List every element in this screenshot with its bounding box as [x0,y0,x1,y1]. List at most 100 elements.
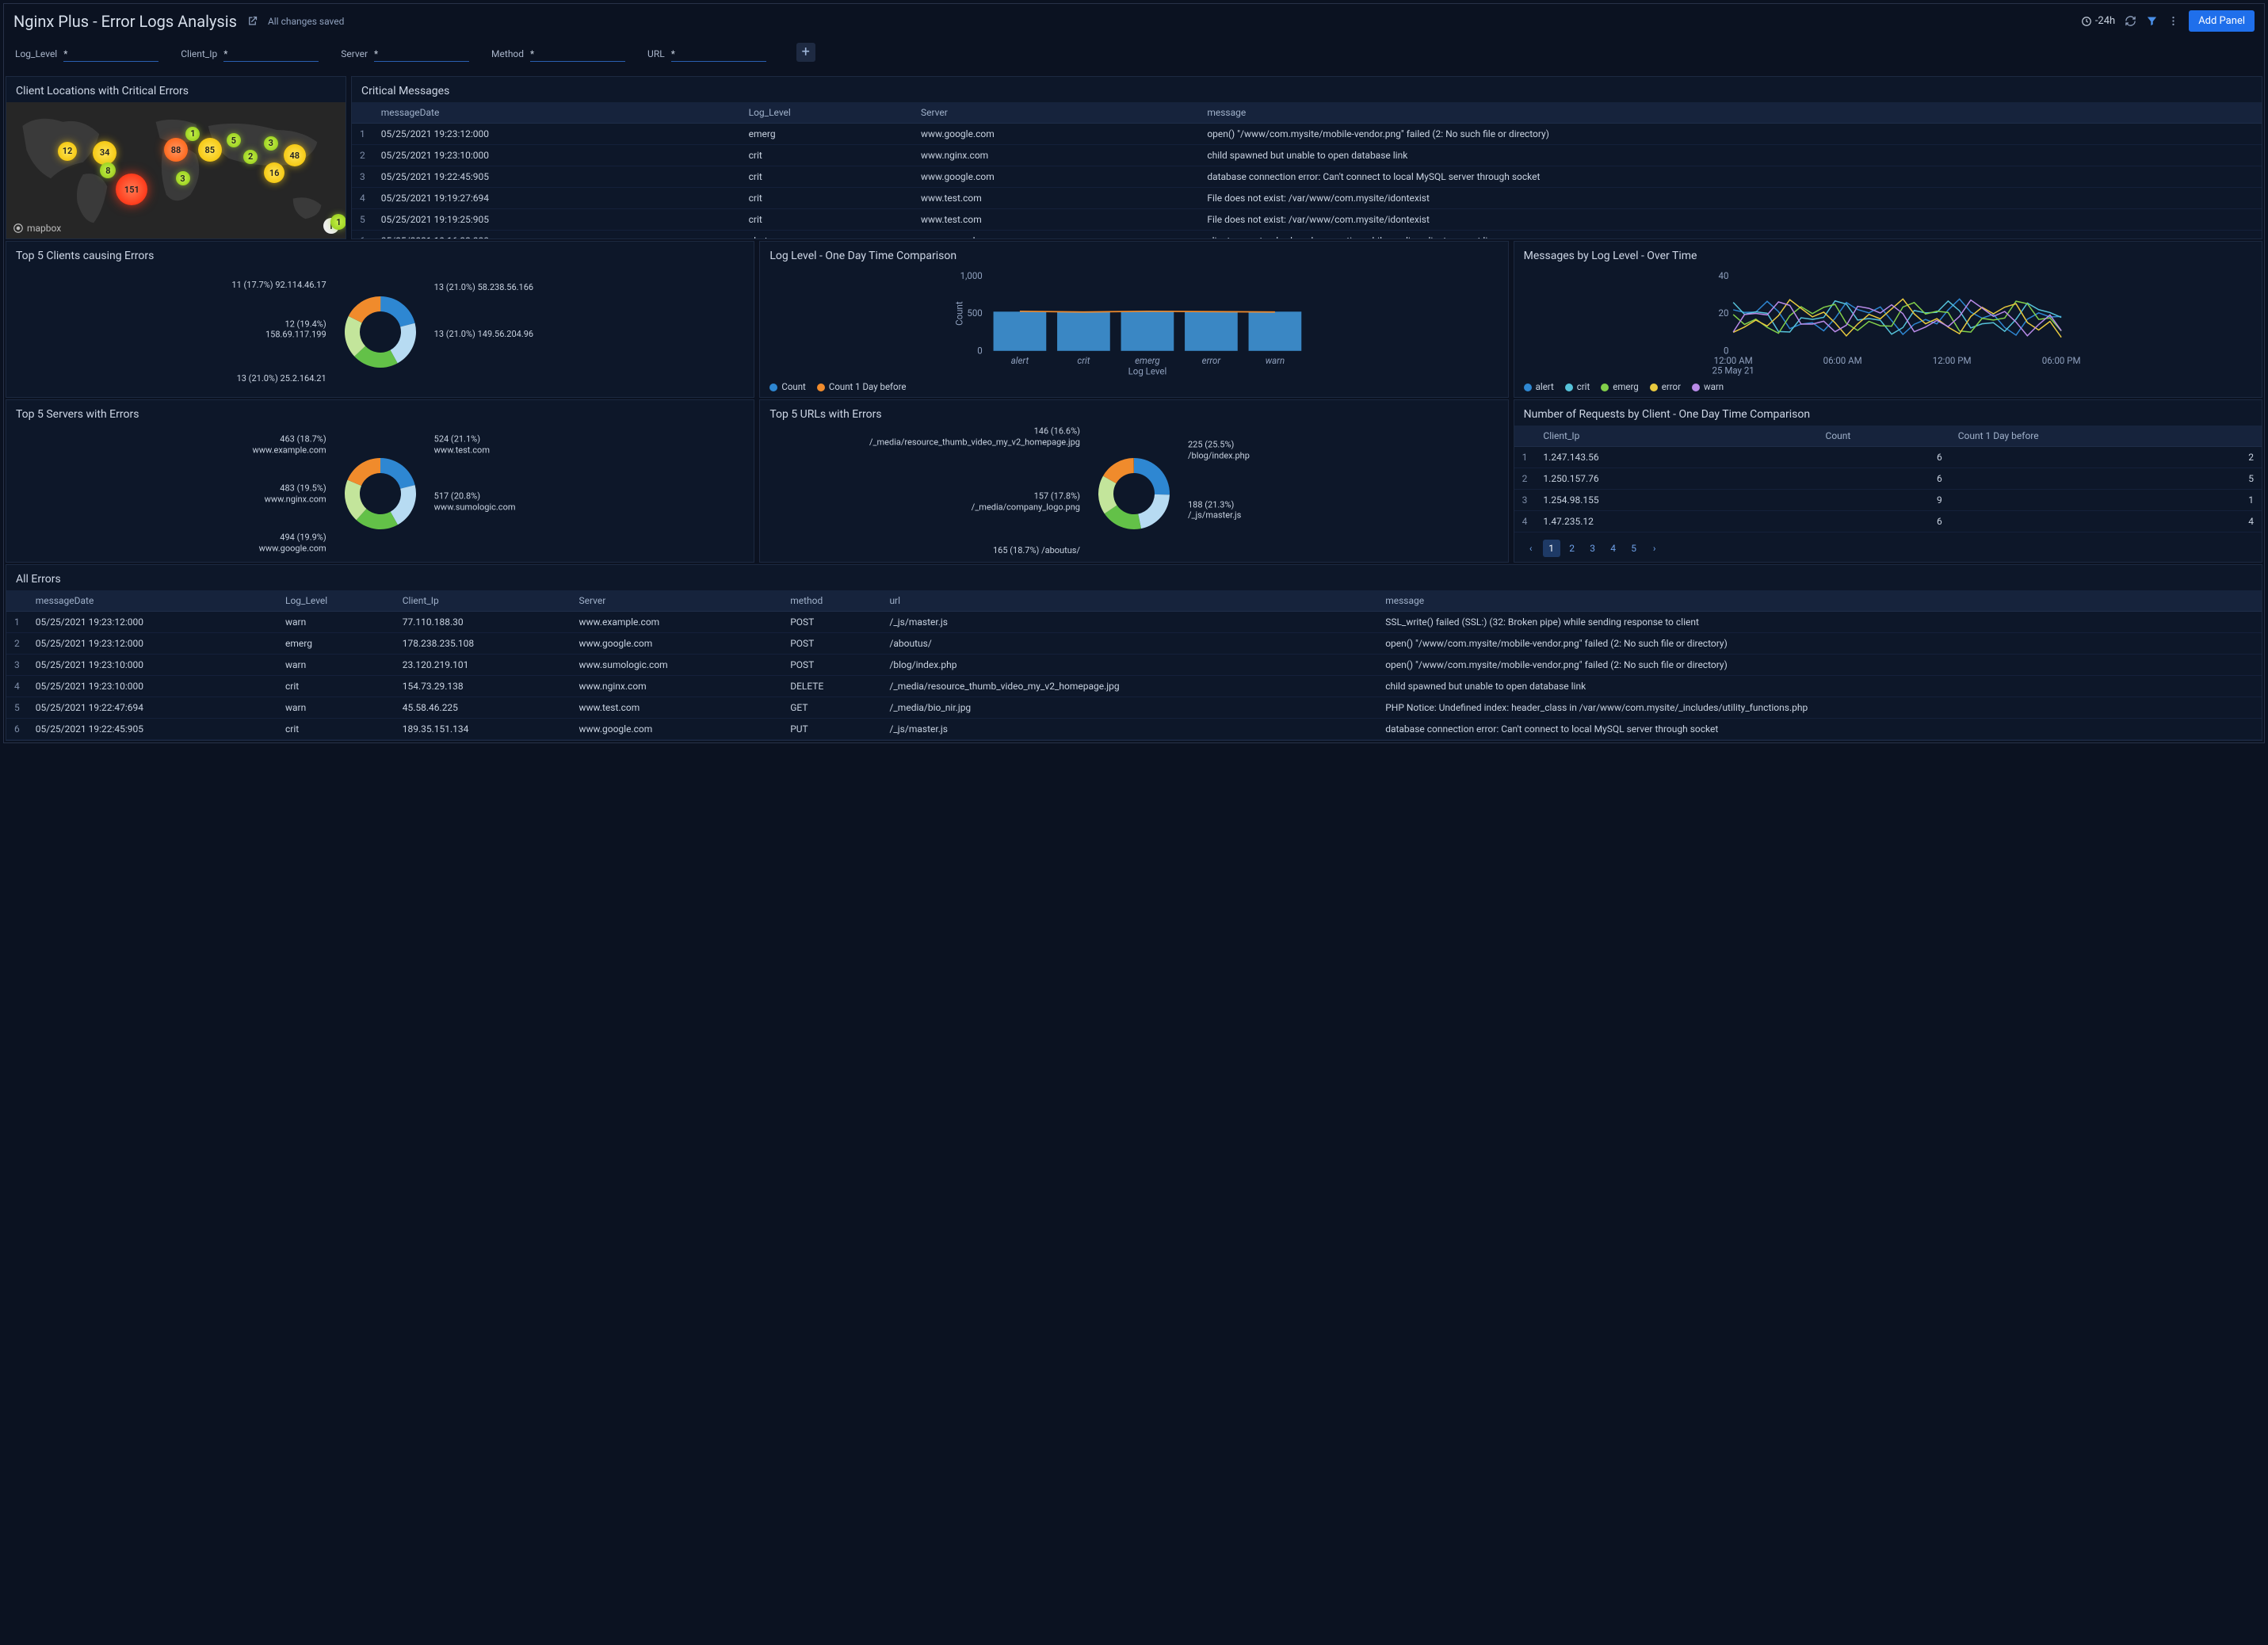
panel-title: Top 5 Servers with Errors [6,400,754,426]
refresh-icon[interactable] [2125,15,2136,27]
filter-label: Method [491,48,524,59]
donut-chart[interactable]: 13 (21.0%) 58.238.56.16613 (21.0%) 149.5… [6,267,754,397]
table-row[interactable]: 11.247.143.5662 [1514,447,2262,468]
pager-page[interactable]: 4 [1605,540,1622,557]
dashboard-header: Nginx Plus - Error Logs Analysis All cha… [4,4,2264,38]
filter-input-server[interactable] [374,46,469,62]
svg-text:alert: alert [1011,355,1029,366]
filter-icon[interactable] [2146,15,2158,27]
map-bubble[interactable]: 5 [227,133,241,147]
filter-input-log_level[interactable] [63,46,158,62]
svg-text:Log Level: Log Level [1128,366,1167,376]
chart-legend: alertcritemergerrorwarn [1514,376,2262,397]
donut-slice-label: 12 (19.4%)158.69.117.199 [265,319,326,341]
legend-item: alert [1524,381,1554,392]
pager-page[interactable]: 5 [1625,540,1643,557]
open-icon[interactable] [246,15,258,27]
donut-chart[interactable]: 524 (21.1%)www.test.com517 (20.8%)www.su… [6,426,754,562]
dashboard-title: Nginx Plus - Error Logs Analysis [13,12,237,31]
table-row[interactable]: 205/25/2021 19:23:12:000emerg178.238.235… [6,633,2262,655]
table-row[interactable]: 305/25/2021 19:23:10:000warn23.120.219.1… [6,655,2262,676]
table-row[interactable]: 305/25/2021 19:22:45:905critwww.google.c… [352,166,2262,188]
svg-text:emerg: emerg [1135,355,1160,366]
all-errors-table[interactable]: messageDateLog_LevelClient_IpServermetho… [6,590,2262,740]
donut-slice-label: 11 (17.7%) 92.114.46.17 [231,280,326,291]
critical-messages-table[interactable]: messageDateLog_LevelServermessage105/25/… [352,102,2262,239]
table-row[interactable]: 105/25/2021 19:23:12:000warn77.110.188.3… [6,612,2262,633]
bar-chart[interactable]: 05001,000CountalertcritemergerrorwarnLog… [760,267,1507,376]
map-bubble[interactable]: 2 [243,150,258,164]
pager-page[interactable]: 1 [1543,540,1560,557]
map-bubble[interactable]: 48 [284,144,306,166]
map-bubble[interactable]: 88 [164,138,188,162]
legend-item: Count 1 Day before [817,381,907,392]
table-row[interactable]: 505/25/2021 19:19:25:905critwww.test.com… [352,209,2262,231]
pager-prev[interactable]: ‹ [1522,540,1540,557]
table-row[interactable]: 605/25/2021 19:22:45:905crit189.35.151.1… [6,719,2262,740]
time-range-picker[interactable]: -24h [2081,15,2115,27]
filter-label: Server [341,48,368,59]
svg-text:06:00 AM: 06:00 AM [1823,355,1861,366]
donut-slice-label: 483 (19.5%)www.nginx.com [265,483,326,505]
map-bubble[interactable]: 3 [264,136,278,151]
add-filter-button[interactable]: + [796,43,815,62]
table-row[interactable]: 405/25/2021 19:19:27:694critwww.test.com… [352,188,2262,209]
table-row[interactable]: 31.254.98.15591 [1514,490,2262,511]
pager-page[interactable]: 2 [1564,540,1581,557]
donut-slice-label: 165 (18.7%) /aboutus/ [993,545,1080,556]
donut-slice-label: 13 (21.0%) 149.56.204.96 [434,329,533,340]
map-bubble[interactable]: 3 [176,171,190,185]
pager-next[interactable]: › [1646,540,1663,557]
chart-legend: Count Count 1 Day before [760,376,1507,397]
panel-client-locations: Client Locations with Critical Errors [6,76,346,239]
filter-input-client_ip[interactable] [223,46,319,62]
panel-top-clients: Top 5 Clients causing Errors 13 (21.0%) … [6,241,754,398]
legend-item: error [1650,381,1681,392]
svg-text:error: error [1202,355,1222,366]
legend-item: Count [769,381,806,392]
panel-title: Top 5 URLs with Errors [760,400,1507,426]
filter-input-url[interactable] [671,46,766,62]
filter-bar: Log_LevelClient_IpServerMethodURL+ [4,38,2264,76]
map-bubble[interactable]: 85 [198,138,222,162]
table-row[interactable]: 405/25/2021 19:23:10:000crit154.73.29.13… [6,676,2262,697]
donut-slice-label: 188 (21.3%)/_js/master.js [1188,499,1241,521]
panel-top-servers: Top 5 Servers with Errors 524 (21.1%)www… [6,399,754,563]
table-row[interactable]: 605/25/2021 19:16:32:000alertwww.example… [352,231,2262,239]
donut-slice-label: 157 (17.8%)/_media/company_logo.png [972,491,1080,513]
requests-table[interactable]: Client_IpCountCount 1 Day before11.247.1… [1514,426,2262,535]
line-chart[interactable]: 0204012:00 AM25 May 2106:00 AM12:00 PM06… [1514,267,2262,376]
svg-text:Count: Count [954,301,965,326]
donut-slice-label: 494 (19.9%)www.google.com [259,532,326,554]
clock-icon [2081,16,2092,27]
mapbox-label: mapbox [27,223,61,234]
donut-chart[interactable]: 225 (25.5%)/blog/index.php188 (21.3%)/_j… [760,426,1507,562]
table-row[interactable]: 21.250.157.7665 [1514,468,2262,490]
panel-top-urls: Top 5 URLs with Errors 225 (25.5%)/blog/… [759,399,1508,563]
filter-input-method[interactable] [530,46,625,62]
table-row[interactable]: 105/25/2021 19:23:12:000emergwww.google.… [352,124,2262,145]
mapbox-attribution: mapbox [13,223,61,234]
time-range-label: -24h [2095,15,2115,27]
svg-text:25 May 21: 25 May 21 [1712,365,1754,376]
world-map[interactable]: mapbox i 1234881855324881513161 [6,102,346,239]
table-row[interactable]: 205/25/2021 19:23:10:000critwww.nginx.co… [352,145,2262,166]
map-bubble[interactable]: 1 [185,127,200,141]
legend-item: emerg [1601,381,1639,392]
panel-title: All Errors [6,565,2262,590]
panel-log-level-comparison: Log Level - One Day Time Comparison 0500… [759,241,1508,398]
svg-text:crit: crit [1078,355,1090,366]
map-bubble[interactable]: 34 [93,141,116,165]
panel-title: Critical Messages [352,77,2262,102]
table-row[interactable]: 41.47.235.1264 [1514,511,2262,532]
donut-slice-label: 524 (21.1%)www.test.com [434,433,490,456]
table-row[interactable]: 505/25/2021 19:22:47:694warn45.58.46.225… [6,697,2262,719]
map-bubble[interactable]: 12 [58,142,77,161]
panel-title: Client Locations with Critical Errors [6,77,346,102]
add-panel-button[interactable]: Add Panel [2189,10,2255,32]
donut-slice-label: 13 (21.0%) 25.2.164.21 [237,373,326,384]
map-bubble[interactable]: 1 [330,214,346,230]
pager-page[interactable]: 3 [1584,540,1602,557]
panel-messages-over-time: Messages by Log Level - Over Time 020401… [1514,241,2262,398]
more-icon[interactable] [2167,15,2179,27]
